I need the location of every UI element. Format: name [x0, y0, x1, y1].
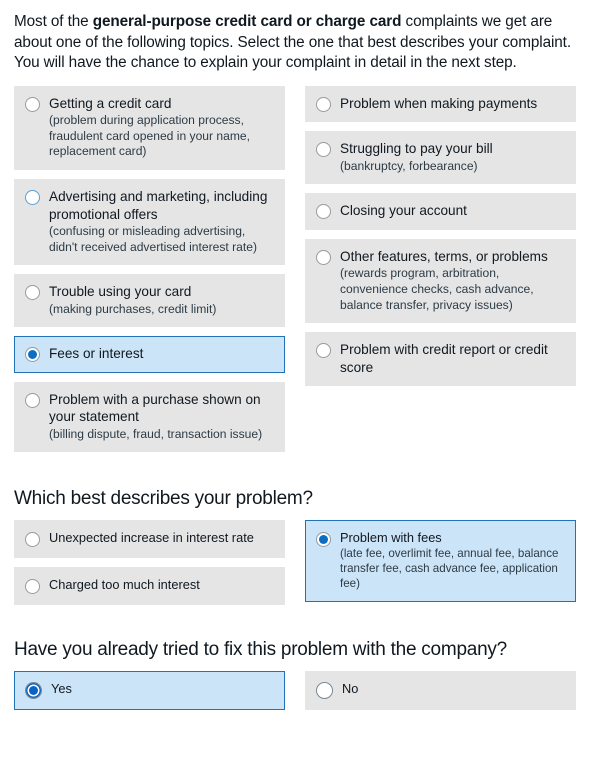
option-card[interactable]: Closing your account	[305, 193, 576, 230]
complaint-form-page: Most of the general-purpose credit card …	[0, 0, 593, 711]
option-description: (billing dispute, fraud, transaction iss…	[49, 426, 263, 441]
radio-icon[interactable]	[316, 682, 333, 700]
option-card[interactable]: Other features, terms, or problems (rewar…	[305, 238, 576, 324]
option-body: Trouble using your card (making purchases…	[49, 283, 274, 317]
option-description: (problem during application process, fra…	[49, 113, 251, 159]
option-card[interactable]: Yes	[14, 671, 285, 711]
intro-paragraph: Most of the general-purpose credit card …	[14, 12, 579, 74]
option-body: Getting a credit card (problem during app…	[49, 95, 274, 160]
option-body: Struggling to pay your bill (bankruptcy, …	[340, 140, 565, 174]
option-title: No	[342, 681, 359, 697]
option-body: Unexpected increase in interest rate	[49, 530, 274, 546]
option-card[interactable]: Fees or interest	[14, 336, 285, 373]
problem-options-right-column: Problem with fees (late fee, overlimit fe…	[305, 520, 576, 603]
option-body: Problem when making payments	[340, 95, 565, 113]
option-title: Trouble using your card	[49, 284, 192, 300]
tried-question-heading: Have you already tried to fix this probl…	[14, 639, 507, 661]
option-title: Yes	[51, 681, 72, 697]
option-description: (rewards program, arbitration, convenien…	[340, 266, 534, 312]
option-body: Problem with a purchase shown on your st…	[49, 391, 274, 443]
option-title: Charged too much interest	[49, 577, 200, 593]
option-title: Closing your account	[340, 203, 467, 219]
option-title: Problem with a purchase shown on your st…	[49, 391, 261, 425]
radio-icon[interactable]	[316, 249, 331, 265]
radio-icon[interactable]	[25, 347, 40, 363]
radio-icon[interactable]	[25, 532, 40, 548]
tried-options-left-column: Yes	[14, 671, 285, 711]
option-description: (bankruptcy, forbearance)	[340, 158, 478, 173]
option-card[interactable]: Problem with fees (late fee, overlimit fe…	[305, 520, 576, 603]
radio-icon[interactable]	[25, 96, 40, 112]
topic-options-left-column: Getting a credit card (problem during app…	[14, 85, 285, 453]
option-body: Yes	[51, 681, 274, 697]
option-body: Advertising and marketing, including pro…	[49, 188, 274, 255]
problem-options-grid: Unexpected increase in interest rate Char…	[14, 520, 579, 606]
option-body: Closing your account	[340, 202, 565, 220]
tried-options-right-column: No	[305, 671, 576, 711]
option-body: No	[342, 681, 565, 697]
problem-options-left-column: Unexpected increase in interest rate Char…	[14, 520, 285, 606]
option-title: Fees or interest	[49, 346, 144, 362]
option-card[interactable]: Problem with a purchase shown on your st…	[14, 381, 285, 453]
option-body: Charged too much interest	[49, 577, 274, 593]
option-title: Getting a credit card	[49, 95, 172, 111]
option-card[interactable]: Trouble using your card (making purchases…	[14, 274, 285, 328]
option-title: Advertising and marketing, including pro…	[49, 189, 268, 222]
option-title: Problem with fees	[340, 530, 442, 546]
tried-question-section: Have you already tried to fix this probl…	[14, 637, 579, 711]
topic-options-right-column: Problem when making payments Struggling t…	[305, 85, 576, 387]
topic-options-grid: Getting a credit card (problem during app…	[14, 85, 579, 453]
option-card[interactable]: No	[305, 671, 576, 711]
radio-icon[interactable]	[316, 204, 331, 220]
option-title: Other features, terms, or problems	[340, 248, 548, 264]
intro-lead: Most of the	[14, 13, 93, 30]
option-title: Struggling to pay your bill	[340, 141, 493, 157]
option-card[interactable]: Problem when making payments	[305, 85, 576, 123]
radio-icon[interactable]	[316, 343, 331, 359]
radio-icon[interactable]	[25, 392, 40, 408]
option-body: Other features, terms, or problems (rewar…	[340, 248, 565, 313]
option-card[interactable]: Advertising and marketing, including pro…	[14, 179, 285, 266]
radio-icon[interactable]	[316, 532, 331, 548]
intro-product-name: general-purpose credit card or charge ca…	[92, 13, 402, 30]
option-card[interactable]: Unexpected increase in interest rate	[14, 520, 285, 559]
option-description: (confusing or misleading advertising, di…	[49, 224, 258, 254]
option-description: (making purchases, credit limit)	[49, 301, 217, 316]
option-card[interactable]: Struggling to pay your bill (bankruptcy, …	[305, 131, 576, 185]
option-description: (late fee, overlimit fee, annual fee, ba…	[340, 547, 559, 590]
radio-icon[interactable]	[25, 682, 42, 700]
problem-question-heading: Which best describes your problem?	[14, 488, 313, 510]
option-title: Problem when making payments	[340, 95, 538, 111]
radio-icon[interactable]	[316, 142, 331, 158]
radio-icon[interactable]	[25, 190, 40, 206]
option-card[interactable]: Charged too much interest	[14, 567, 285, 606]
option-card[interactable]: Getting a credit card (problem during app…	[14, 85, 285, 171]
option-body: Fees or interest	[49, 345, 274, 363]
problem-question-section: Which best describes your problem? Unexp…	[14, 486, 579, 606]
option-card[interactable]: Problem with credit report or credit sco…	[305, 332, 576, 387]
radio-icon[interactable]	[316, 96, 331, 112]
option-title: Problem with credit report or credit sco…	[340, 342, 548, 375]
radio-icon[interactable]	[25, 579, 40, 595]
tried-options-grid: Yes No	[14, 671, 579, 711]
option-body: Problem with fees (late fee, overlimit fe…	[340, 530, 565, 591]
option-title: Unexpected increase in interest rate	[49, 530, 254, 546]
option-body: Problem with credit report or credit sco…	[340, 341, 565, 376]
radio-icon[interactable]	[25, 285, 40, 301]
